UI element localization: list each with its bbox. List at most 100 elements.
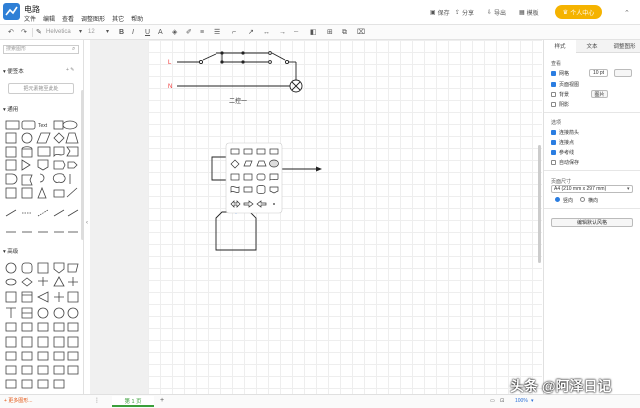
text-align-icon[interactable]: ≡ (200, 28, 204, 37)
advanced-table-shape[interactable] (21, 291, 33, 303)
advanced-grid-shape[interactable] (53, 336, 65, 348)
shadow-checkbox[interactable] (551, 102, 556, 107)
fill-color-icon[interactable]: ◈ (172, 28, 177, 37)
advanced-panel-shape[interactable] (67, 351, 79, 361)
menu-extras[interactable]: 其它 (112, 14, 124, 23)
advanced-panel-shape[interactable] (21, 351, 33, 361)
advanced-panel-shape[interactable] (53, 365, 65, 375)
circle-shape[interactable] (21, 132, 33, 144)
advanced-list-shape[interactable] (53, 322, 65, 332)
menu-help[interactable]: 帮助 (131, 14, 143, 23)
advanced-grid-shape[interactable] (67, 336, 79, 348)
menu-arrange[interactable]: 调整图形 (81, 14, 105, 23)
fit-page-icon[interactable]: ⊡ (500, 398, 504, 404)
tape-shape[interactable] (53, 146, 65, 158)
advanced-grid-shape[interactable] (21, 336, 33, 348)
waypoint-icon[interactable]: ↗ (248, 28, 254, 37)
page-menu-icon[interactable]: ⋮ (94, 397, 100, 404)
advanced-list-shape[interactable] (21, 322, 33, 332)
table-icon[interactable]: ⊞ (327, 28, 333, 37)
advanced-plus-shape[interactable] (38, 277, 48, 286)
advanced-panel-shape[interactable] (53, 379, 65, 389)
grid-size-input[interactable]: 10 pt (589, 69, 608, 77)
advanced-square-shape[interactable] (67, 291, 79, 303)
page-view-checkbox[interactable] (551, 82, 556, 87)
advanced-panel-shape[interactable] (37, 379, 49, 389)
advanced-circle-shape[interactable] (5, 262, 17, 274)
line-width-icon[interactable]: ☰ (214, 28, 220, 37)
chevron-left-icon[interactable]: ‹ (86, 220, 88, 226)
advanced-trapezoid-shape[interactable] (67, 263, 79, 273)
connection-arrows-checkbox[interactable] (551, 130, 556, 135)
font-size-input[interactable]: 12 (88, 28, 95, 37)
advanced-panel-shape[interactable] (67, 365, 79, 375)
square-shape[interactable] (5, 132, 17, 144)
advanced-t-shape[interactable] (6, 307, 16, 318)
advanced-plus-shape[interactable] (54, 292, 64, 302)
cylinder-shape[interactable] (21, 146, 33, 158)
lock-icon[interactable]: ⌧ (357, 28, 365, 37)
advanced-diamond-shape[interactable] (21, 277, 33, 287)
ellipse-shape[interactable] (62, 120, 78, 130)
arrow-shape[interactable] (53, 209, 65, 217)
chevron-down-icon[interactable]: ▾ (531, 398, 534, 404)
advanced-panel-shape[interactable] (21, 379, 33, 389)
advanced-panel-shape[interactable] (37, 351, 49, 361)
export-button[interactable]: ⇩ 导出 (487, 8, 506, 17)
container-shape[interactable] (53, 189, 65, 198)
text-color-button[interactable]: A (158, 28, 163, 37)
grid-checkbox[interactable] (551, 71, 556, 76)
shadow-icon[interactable]: ◧ (310, 28, 317, 37)
advanced-panel-shape[interactable] (5, 365, 17, 375)
landscape-radio[interactable] (580, 197, 585, 202)
chevron-down-icon[interactable]: ▾ (106, 28, 109, 37)
internal-storage-shape[interactable] (5, 159, 17, 171)
text-shape-label[interactable]: Text (38, 123, 48, 129)
page-size-select[interactable]: A4 (210 mm x 297 mm) (551, 185, 633, 193)
rounded-rect-shape[interactable] (21, 120, 36, 130)
advanced-grid-shape[interactable] (37, 336, 49, 348)
moon-shape[interactable] (39, 173, 45, 183)
advanced-split-shape[interactable] (21, 307, 33, 319)
delay-shape[interactable] (5, 173, 18, 185)
line-color-icon[interactable]: ✐ (186, 28, 192, 37)
portrait-radio[interactable] (555, 197, 560, 202)
off-page-shape[interactable] (21, 174, 33, 186)
triangle-up-shape[interactable] (37, 186, 47, 199)
connector-style-icon[interactable]: ⌐ (232, 28, 236, 37)
zoom-out-icon[interactable]: ▭ (490, 398, 495, 404)
diamond-shape[interactable] (53, 132, 65, 144)
canvas-vertical-scrollbar[interactable] (538, 145, 541, 263)
arrow-shape[interactable] (67, 209, 79, 217)
folder-shape[interactable] (5, 187, 17, 199)
tab-arrange[interactable]: 调整图形 (608, 40, 640, 53)
advanced-list-shape[interactable] (67, 322, 79, 332)
arrow-start-icon[interactable]: ↔ (263, 28, 270, 37)
tab-style[interactable]: 样式 (544, 40, 576, 53)
zoom-level[interactable]: 100% (515, 398, 528, 404)
advanced-cross-shape[interactable] (68, 277, 78, 286)
arrange-icon[interactable]: ⧉ (342, 28, 347, 37)
triangle-shape[interactable] (21, 159, 31, 171)
grid-color-swatch[interactable] (614, 69, 632, 77)
advanced-panel-shape[interactable] (21, 365, 33, 375)
pentagon-shape[interactable] (67, 161, 78, 169)
package-shape[interactable] (21, 187, 33, 199)
add-page-icon[interactable]: + (160, 397, 164, 404)
tab-text[interactable]: 文本 (576, 40, 608, 53)
bold-button[interactable]: B (119, 28, 124, 37)
autosave-checkbox[interactable] (551, 160, 556, 165)
page-tab-1[interactable]: 第 1 页 (112, 396, 154, 407)
card-shape[interactable] (37, 159, 49, 171)
chevron-down-icon[interactable]: ▾ (627, 186, 630, 192)
advanced-panel-shape[interactable] (5, 379, 17, 389)
diagonal-line-shape[interactable] (66, 187, 78, 198)
background-checkbox[interactable] (551, 92, 556, 97)
advanced-ellipse-shape[interactable] (5, 278, 17, 286)
share-button[interactable]: ⇪ 分享 (455, 8, 474, 17)
parallelogram-shape[interactable] (36, 132, 51, 144)
callout-shape[interactable] (53, 160, 66, 170)
rectangle-shape[interactable] (5, 120, 20, 130)
arrow-end-icon[interactable]: → (279, 28, 286, 37)
underline-button[interactable]: U (145, 28, 150, 37)
